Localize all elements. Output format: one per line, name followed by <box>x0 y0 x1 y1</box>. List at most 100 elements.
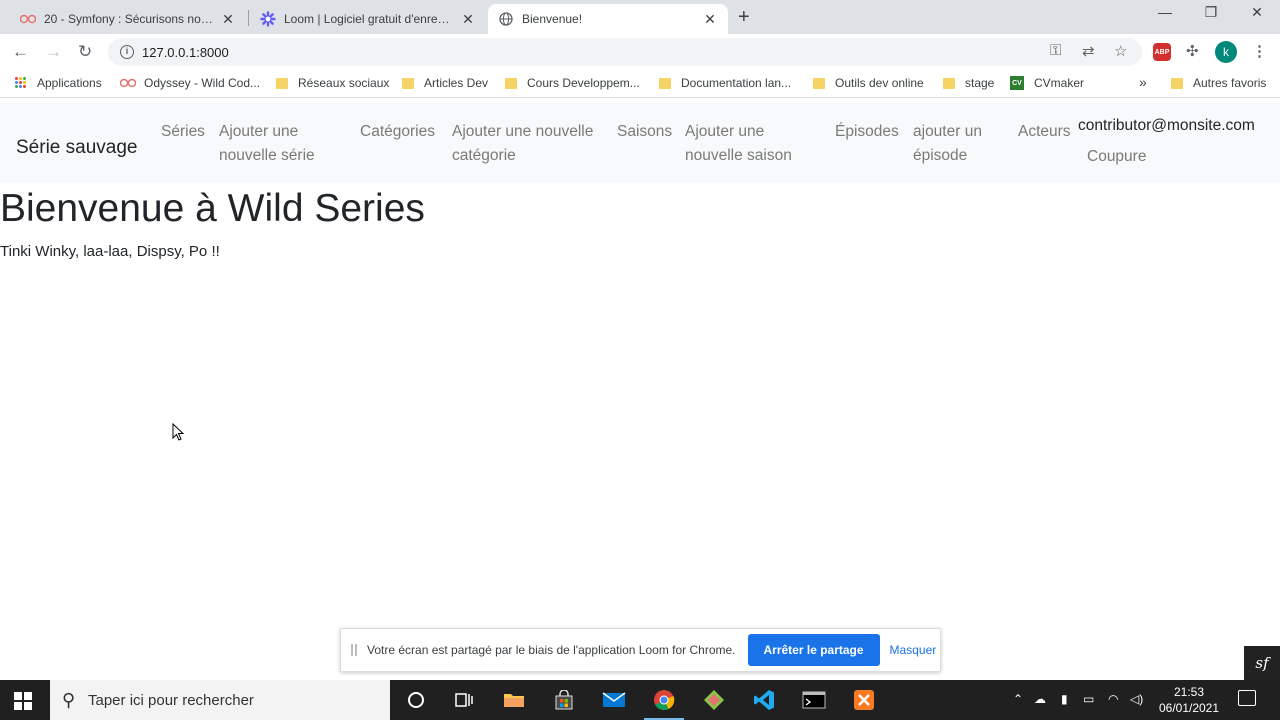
bookmarks-bar: Applications Odyssey - Wild Cod... Résea… <box>0 70 1280 98</box>
window-close-icon[interactable]: ✕ <box>1234 4 1280 21</box>
folder-icon <box>402 77 414 89</box>
drag-handle-icon[interactable] <box>351 644 357 656</box>
mail-icon[interactable] <box>601 688 627 712</box>
stop-sharing-button[interactable]: Arrêter le partage <box>747 634 880 666</box>
mouse-cursor-icon <box>172 423 184 441</box>
bookmark-star-icon[interactable]: ☆ <box>1114 42 1127 60</box>
bookmark-documentation[interactable]: Documentation lan... <box>659 76 791 90</box>
tab-loom[interactable]: Loom | Logiciel gratuit d'enregistrement… <box>250 4 486 34</box>
nav-seasons[interactable]: Saisons <box>617 120 672 144</box>
bookmark-odyssey[interactable]: Odyssey - Wild Cod... <box>120 76 260 90</box>
tab-symfony[interactable]: 20 - Symfony : Sécurisons nos routes ✕ <box>10 4 246 34</box>
tray-chevron-up-icon[interactable]: ⌃ <box>1013 692 1023 706</box>
page-title: Bienvenue à Wild Series <box>0 187 425 230</box>
nav-actors[interactable]: Acteurs <box>1018 120 1071 144</box>
forward-icon[interactable]: → <box>45 42 62 62</box>
bookmark-outils-dev[interactable]: Outils dev online <box>813 76 924 90</box>
user-email: contributor@monsite.com <box>1078 117 1255 134</box>
bookmark-label: Odyssey - Wild Cod... <box>144 76 261 90</box>
gitkraken-icon[interactable] <box>701 688 727 712</box>
bookmark-cours-developpement[interactable]: Cours Developpem... <box>505 76 640 90</box>
tab-divider <box>248 10 249 26</box>
clock-date: 06/01/2021 <box>1158 701 1220 715</box>
nav-series[interactable]: Séries <box>161 120 205 144</box>
search-placeholder: Taper ici pour rechercher <box>88 691 254 709</box>
taskbar-clock[interactable]: 21:53 06/01/2021 <box>1152 684 1226 716</box>
address-bar[interactable]: i 127.0.0.1:8000 <box>108 38 1142 66</box>
volume-icon[interactable]: ◁) <box>1130 692 1143 706</box>
menu-kebab-icon[interactable]: ⋮ <box>1252 42 1267 60</box>
nav-categories[interactable]: Catégories <box>360 120 435 144</box>
wifi-icon[interactable]: ◠ <box>1108 692 1118 706</box>
nav-add-category[interactable]: Ajouter une nouvelle catégorie <box>452 120 604 168</box>
back-icon[interactable]: ← <box>12 42 29 62</box>
chrome-icon[interactable] <box>651 688 677 712</box>
adblock-plus-icon[interactable]: ABP <box>1153 43 1171 61</box>
symfony-toolbar-icon[interactable]: sf <box>1244 646 1280 680</box>
key-icon[interactable]: ⚿ <box>1050 42 1061 59</box>
folder-icon <box>505 77 517 89</box>
page-viewport: Série sauvage Séries Ajouter une nouvell… <box>0 99 1280 680</box>
loom-favicon-icon <box>260 11 276 27</box>
windows-start-icon[interactable] <box>14 692 32 710</box>
url-text: 127.0.0.1:8000 <box>142 44 229 60</box>
hide-button[interactable]: Masquer <box>890 643 937 657</box>
search-icon: ⚲ <box>62 690 76 710</box>
site-navbar: Série sauvage Séries Ajouter une nouvell… <box>0 103 1280 183</box>
usb-device-icon[interactable]: ▮ <box>1061 692 1068 706</box>
bookmark-articles-dev[interactable]: Articles Dev <box>402 76 488 90</box>
apps-grid-icon <box>15 77 27 89</box>
page-lead-text: Tinki Winky, laa-laa, Dispsy, Po !! <box>0 243 220 260</box>
profile-avatar[interactable]: k <box>1215 41 1237 63</box>
site-brand[interactable]: Série sauvage <box>16 137 137 159</box>
browser-tab-strip: 20 - Symfony : Sécurisons nos routes ✕ L… <box>0 0 1280 34</box>
bookmark-label: Articles Dev <box>424 76 489 90</box>
nav-add-season[interactable]: Ajouter une nouvelle saison <box>685 120 815 168</box>
minimize-icon[interactable]: — <box>1142 4 1188 20</box>
bookmark-cvmaker[interactable]: CV CVmaker <box>1010 76 1084 90</box>
xampp-icon[interactable] <box>851 688 877 712</box>
close-tab-icon[interactable]: ✕ <box>702 11 718 28</box>
close-tab-icon[interactable]: ✕ <box>220 11 236 28</box>
bookmark-stage[interactable]: stage <box>943 76 994 90</box>
nav-add-series[interactable]: Ajouter une nouvelle série <box>219 120 339 168</box>
tab-bienvenue[interactable]: Bienvenue! ✕ <box>488 4 728 34</box>
file-explorer-icon[interactable] <box>501 688 527 712</box>
new-tab-icon[interactable]: + <box>738 6 750 29</box>
task-view-icon[interactable] <box>451 688 477 712</box>
bookmark-reseaux-sociaux[interactable]: Réseaux sociaux <box>276 76 389 90</box>
vscode-icon[interactable] <box>751 688 777 712</box>
battery-icon[interactable]: ▭ <box>1083 692 1094 706</box>
notification-center-icon[interactable] <box>1238 690 1256 706</box>
taskbar-search-box[interactable]: ⚲ Taper ici pour rechercher <box>50 680 390 720</box>
bookmark-label: Réseaux sociaux <box>298 76 390 90</box>
reload-icon[interactable]: ↻ <box>78 42 92 62</box>
share-message: Votre écran est partagé par le biais de … <box>367 643 736 657</box>
folder-icon <box>276 77 288 89</box>
logout-link[interactable]: Coupure <box>1087 148 1146 166</box>
nav-episodes[interactable]: Épisodes <box>835 120 899 144</box>
bookmarks-overflow-icon[interactable]: » <box>1139 74 1147 90</box>
folder-icon <box>813 77 825 89</box>
bookmark-label: stage <box>965 76 995 90</box>
bookmark-label: CVmaker <box>1034 76 1085 90</box>
bookmark-applications[interactable]: Applications <box>15 76 102 90</box>
restore-icon[interactable]: ❐ <box>1188 4 1234 21</box>
site-info-icon[interactable]: i <box>120 45 134 59</box>
terminal-icon[interactable] <box>801 688 827 712</box>
windows-taskbar: ⚲ Taper ici pour rechercher ⌃ ☁ ▮ ▭ ◠ ◁)… <box>0 680 1280 720</box>
bookmark-label: Applications <box>37 76 102 90</box>
close-tab-icon[interactable]: ✕ <box>460 11 476 28</box>
folder-icon <box>943 77 955 89</box>
store-icon[interactable] <box>551 688 577 712</box>
cortana-icon[interactable] <box>403 688 429 712</box>
clock-time: 21:53 <box>1173 685 1205 699</box>
browser-toolbar: ← → ↻ i 127.0.0.1:8000 ⚿ ⇄ ☆ ✣ ⋮ <box>0 34 1280 70</box>
bookmark-label: Autres favoris <box>1193 76 1267 90</box>
nav-add-episode[interactable]: ajouter un épisode <box>913 120 1003 168</box>
extensions-puzzle-icon[interactable]: ✣ <box>1186 42 1199 60</box>
bookmark-autres-favoris[interactable]: Autres favoris <box>1171 76 1266 90</box>
translate-icon[interactable]: ⇄ <box>1082 42 1095 60</box>
bookmark-label: Documentation lan... <box>681 76 792 90</box>
onedrive-cloud-icon[interactable]: ☁ <box>1034 692 1046 706</box>
